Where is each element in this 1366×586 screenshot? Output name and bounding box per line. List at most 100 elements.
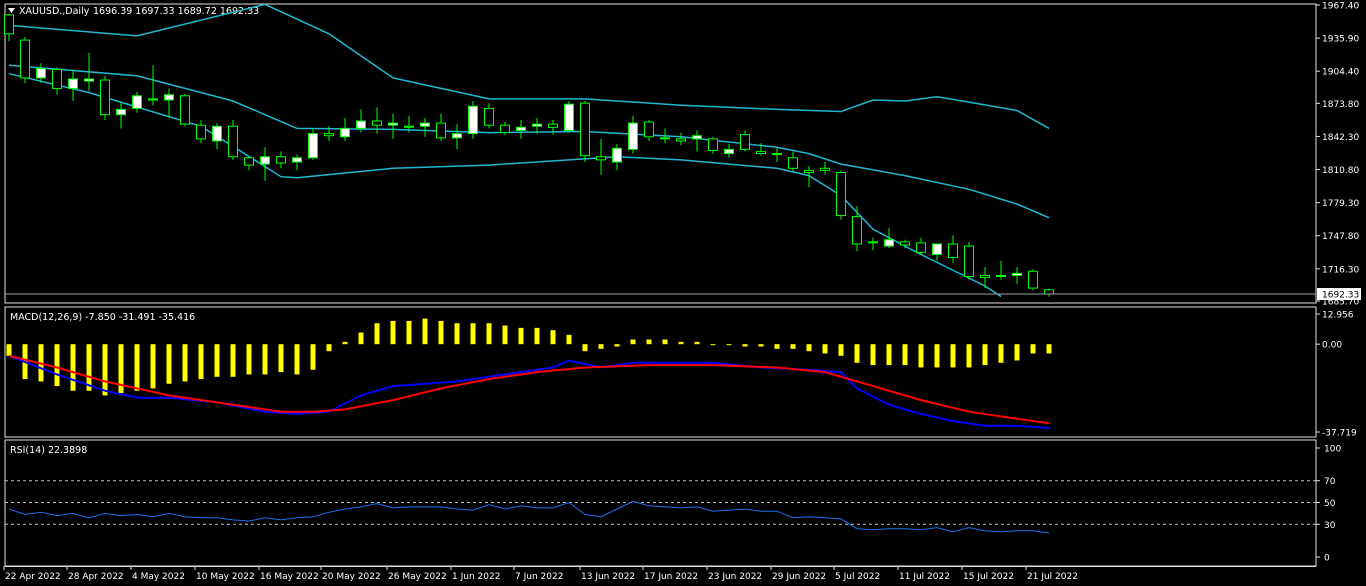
- candle-body: [340, 127, 350, 138]
- candle-body: [52, 69, 62, 89]
- candle-body: [612, 147, 622, 163]
- candle-body: [1012, 272, 1022, 276]
- rsi-tick-label: 100: [1324, 445, 1341, 455]
- candle: [852, 206, 862, 252]
- macd-histogram-bar: [598, 344, 604, 349]
- candle: [1044, 288, 1054, 297]
- candle-body: [708, 138, 718, 151]
- time-axis-line: [5, 566, 1316, 567]
- macd-histogram-bar: [230, 344, 236, 377]
- macd-histogram-bar: [966, 344, 972, 368]
- macd-histogram-bar: [486, 323, 492, 345]
- date-tick-label: 20 May 2022: [322, 572, 381, 582]
- candle: [692, 130, 702, 152]
- macd-histogram-bar: [246, 344, 252, 375]
- macd-histogram-bar: [102, 344, 108, 396]
- macd-histogram-bar: [646, 339, 652, 345]
- rsi-line: [8, 500, 1050, 534]
- candle-body: [724, 148, 734, 155]
- candle: [484, 103, 494, 129]
- macd-histogram-bar: [998, 344, 1004, 363]
- candle-body: [788, 157, 798, 169]
- candle-body: [68, 78, 78, 89]
- date-tick-label: 13 Jun 2022: [581, 572, 635, 582]
- macd-histogram-bar: [278, 344, 284, 373]
- macd-histogram-bar: [6, 344, 12, 356]
- date-tick-label: 11 Jul 2022: [899, 572, 950, 582]
- candle-body: [980, 274, 990, 279]
- candle: [20, 36, 30, 84]
- price-tick-label: 1747.80: [1322, 232, 1359, 242]
- macd-histogram-bar: [182, 344, 188, 382]
- candle-body: [852, 216, 862, 245]
- candle: [420, 117, 430, 137]
- candle: [516, 119, 526, 139]
- candle-body: [548, 123, 558, 128]
- candle: [164, 88, 174, 118]
- candle-body: [500, 124, 510, 134]
- macd-histogram-bar: [358, 332, 364, 345]
- macd-histogram-bar: [166, 344, 172, 384]
- macd-histogram-bar: [454, 323, 460, 345]
- macd-histogram-bar: [710, 344, 716, 346]
- candle: [628, 115, 638, 154]
- macd-histogram-bar: [566, 334, 572, 345]
- candle-body: [164, 94, 174, 101]
- macd-histogram-bar: [934, 344, 940, 368]
- macd-histogram-bar: [854, 344, 860, 363]
- macd-tick-label: -37.719: [1322, 429, 1357, 439]
- macd-histogram-bar: [950, 344, 956, 368]
- candle: [916, 237, 926, 255]
- candle-body: [820, 167, 830, 171]
- candle-body: [996, 274, 1006, 278]
- macd-histogram-bar: [774, 344, 780, 349]
- macd-histogram-bar: [54, 344, 60, 387]
- candle: [212, 123, 222, 150]
- macd-histogram-bar: [630, 339, 636, 345]
- date-tick-label: 26 May 2022: [388, 572, 447, 582]
- macd-histogram-bar: [678, 341, 684, 345]
- macd-histogram-bar: [294, 344, 300, 375]
- date-tick-label: 22 Apr 2022: [5, 572, 61, 582]
- macd-histogram-bar: [502, 325, 508, 345]
- macd-histogram-bar: [518, 327, 524, 345]
- macd-histogram-bar: [326, 344, 332, 352]
- date-tick-label: 10 May 2022: [196, 572, 255, 582]
- macd-histogram-bar: [262, 344, 268, 375]
- candle-body: [212, 125, 222, 142]
- candle-body: [228, 125, 238, 158]
- candle: [148, 65, 158, 106]
- candle-body: [372, 120, 382, 126]
- bollinger-bands: [8, 4, 1050, 298]
- candle-body: [964, 245, 974, 278]
- candle: [932, 243, 942, 261]
- candle: [596, 138, 606, 175]
- price-tick-label: 1810.80: [1322, 166, 1359, 176]
- candle: [436, 113, 446, 141]
- rsi-tick-label: 70: [1324, 477, 1336, 487]
- candle: [196, 119, 206, 144]
- macd-histogram-bar: [70, 344, 76, 391]
- candle-body: [564, 103, 574, 131]
- current-price-label: 1692.33: [1322, 291, 1359, 301]
- macd-histogram-bar: [742, 344, 748, 347]
- candle-body: [628, 122, 638, 150]
- macd-histogram-bar: [662, 339, 668, 345]
- macd-histogram-bar: [1030, 344, 1036, 354]
- candle-body: [468, 105, 478, 135]
- macd-histogram-bar: [342, 341, 348, 345]
- candle: [724, 144, 734, 158]
- trading-chart[interactable]: XAUUSD.,Daily 1696.39 1697.33 1689.72 16…: [0, 0, 1366, 586]
- macd-histogram-bar: [582, 344, 588, 352]
- macd-histogram-bar: [902, 344, 908, 366]
- symbol-dropdown-icon[interactable]: [8, 8, 15, 13]
- macd-histogram-bar: [870, 344, 876, 366]
- candle-body: [740, 134, 750, 150]
- candle-body: [244, 157, 254, 166]
- macd-tick-label: 0.00: [1322, 341, 1342, 351]
- macd-histogram-bar: [886, 344, 892, 366]
- date-tick-label: 1 Jun 2022: [452, 572, 500, 582]
- candle: [132, 91, 142, 113]
- candle-body: [484, 107, 494, 126]
- candle-body: [532, 123, 542, 127]
